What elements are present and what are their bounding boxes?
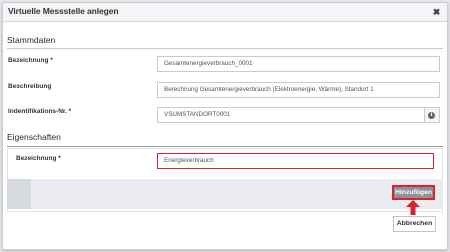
section-title-eigenschaften: Eigenschaften	[7, 132, 61, 142]
properties-list-marker	[7, 179, 31, 209]
bezeichnung-label: Bezeichnung *	[8, 57, 53, 64]
info-icon: i	[428, 112, 435, 119]
add-button[interactable]: Hinzufügen	[392, 185, 435, 200]
info-button[interactable]: i	[425, 107, 440, 123]
eigenschaften-bezeichnung-label: Bezeichnung *	[16, 155, 61, 162]
arrow-up-icon	[406, 200, 420, 215]
bezeichnung-input[interactable]: Gesamtenergieverbrauch_0001	[157, 56, 440, 72]
section-title-stammdaten: Stammdaten	[7, 35, 56, 45]
properties-list	[7, 179, 443, 209]
beschreibung-input[interactable]: Berechnung Gesamtenergieverbrauch (Elekt…	[157, 82, 440, 98]
dialog-title: Virtuelle Messstelle anlegen	[8, 6, 119, 16]
dialog: Virtuelle Messstelle anlegen ✖	[2, 2, 448, 250]
close-icon[interactable]: ✖	[430, 5, 443, 19]
cancel-button[interactable]: Abbrechen	[393, 216, 436, 232]
identifikation-label: Indentifikations-Nr. *	[8, 108, 72, 115]
dialog-titlebar: Virtuelle Messstelle anlegen ✖	[3, 3, 447, 22]
beschreibung-label: Beschreibung	[8, 83, 52, 90]
divider	[7, 48, 443, 49]
identifikation-input[interactable]: VSUMSTANDORT0001	[157, 107, 425, 123]
eigenschaften-bezeichnung-input[interactable]: Energieverbrauch	[157, 153, 434, 169]
divider	[7, 146, 443, 147]
